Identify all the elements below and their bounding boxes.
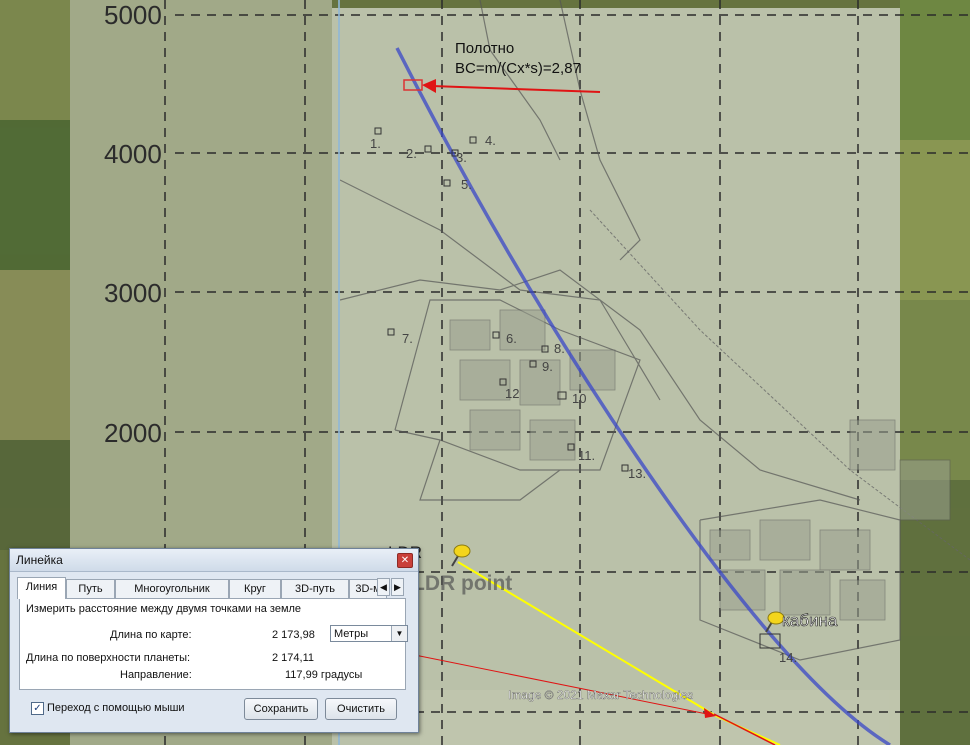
pin-label-ldr-point: LDR point <box>412 572 512 595</box>
axis-label-5000: 5000 <box>104 0 162 30</box>
point-label-14: 14. <box>779 650 797 665</box>
point-label-1: 1. <box>370 136 381 151</box>
units-dropdown[interactable]: Метры ▼ <box>330 625 408 642</box>
axis-label-3000: 3000 <box>104 278 162 308</box>
tab-scroll-right-icon[interactable]: ▶ <box>391 578 404 596</box>
ground-length-value: 2 174,11 <box>272 652 315 664</box>
point-label-8: 8. <box>554 341 565 356</box>
tab-3d-path[interactable]: 3D-путь <box>281 579 349 598</box>
tab-line[interactable]: Линия <box>17 577 66 599</box>
point-label-9: 9. <box>542 359 553 374</box>
point-label-6: 6. <box>506 331 517 346</box>
point-label-11: 11. <box>578 448 595 463</box>
measure-description: Измерить расстояние между двумя точками … <box>26 603 302 615</box>
map-length-label: Длина по карте: <box>110 629 192 641</box>
imagery-attribution: Image © 2021 Maxar Technologies <box>508 688 693 702</box>
mouse-nav-label: Переход с помощью мыши <box>47 702 185 714</box>
pin-label-cabin: кабина <box>782 611 838 630</box>
point-label-10: 10 <box>572 391 586 406</box>
point-label-3: 3. <box>456 150 467 165</box>
close-icon[interactable]: ✕ <box>397 553 413 568</box>
tab-path[interactable]: Путь <box>66 579 115 598</box>
point-label-2: 2. <box>406 146 417 161</box>
ruler-panel: Измерить расстояние между двумя точками … <box>19 598 408 690</box>
annotation-formula: BC=m/(Cx*s)=2,87 <box>455 60 581 77</box>
point-label-4: 4. <box>485 133 496 148</box>
heading-label: Направление: <box>120 669 192 681</box>
heading-value: 117,99 градусы <box>285 669 363 681</box>
tab-scroll-left-icon[interactable]: ◀ <box>377 578 390 596</box>
axis-label-4000: 4000 <box>104 139 162 169</box>
point-label-7: 7. <box>402 331 413 346</box>
ground-length-label: Длина по поверхности планеты: <box>26 652 191 664</box>
map-length-value: 2 173,98 <box>272 629 315 641</box>
ruler-title: Линейка <box>16 553 63 567</box>
clear-button[interactable]: Очистить <box>325 698 397 720</box>
tab-circle[interactable]: Круг <box>229 579 281 598</box>
point-label-12: 12 <box>505 386 519 401</box>
axis-label-2000: 2000 <box>104 418 162 448</box>
tab-polygon[interactable]: Многоугольник <box>115 579 229 598</box>
annotation-title: Полотно <box>455 40 514 57</box>
chevron-down-icon[interactable]: ▼ <box>391 626 407 641</box>
ruler-dialog: Линейка ✕ Линия Путь Многоугольник Круг … <box>9 548 419 733</box>
point-label-5: 5. <box>461 177 472 192</box>
units-value: Метры <box>334 628 369 640</box>
mouse-nav-checkbox[interactable]: ✓ <box>31 702 44 715</box>
point-label-13: 13. <box>628 466 646 481</box>
ruler-titlebar[interactable]: Линейка <box>10 549 418 572</box>
save-button[interactable]: Сохранить <box>244 698 318 720</box>
